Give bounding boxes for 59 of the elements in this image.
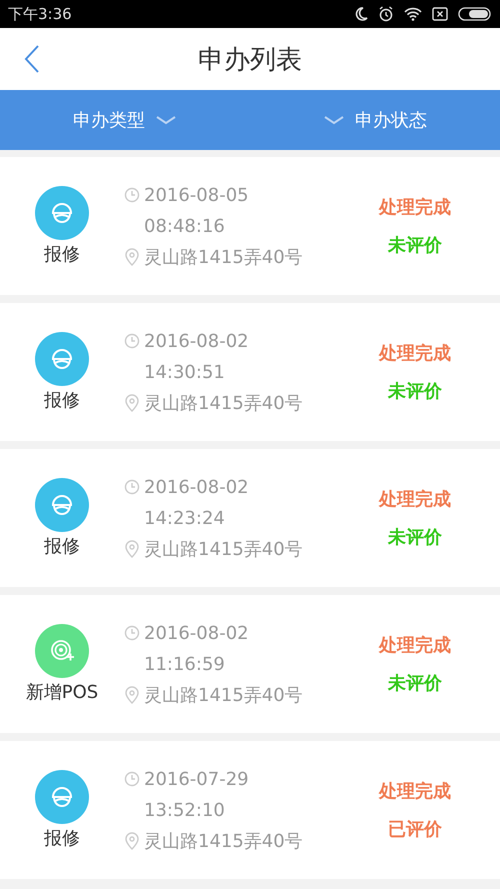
date-text: 2016-07-29 xyxy=(144,768,249,790)
helmet-icon xyxy=(35,770,89,824)
address-text: 灵山路1415弄40号 xyxy=(144,392,303,415)
location-pin-icon xyxy=(124,540,140,558)
date-text: 2016-08-02 xyxy=(144,330,249,352)
type-label: 新增POS xyxy=(26,681,98,704)
clock-icon xyxy=(124,479,140,495)
location-pin-icon xyxy=(124,248,140,266)
address-text: 灵山路1415弄40号 xyxy=(144,538,303,561)
caret-icon xyxy=(155,115,177,125)
type-label: 报修 xyxy=(44,389,80,412)
status-text: 处理完成 xyxy=(379,342,451,365)
clock-icon xyxy=(124,333,140,349)
time-text: 13:52:10 xyxy=(144,800,225,820)
application-card[interactable]: 报修 2016-07-29 13:52:10 灵山路1415弄40号 处理完成 已评价 xyxy=(0,741,500,879)
moon-icon xyxy=(354,6,368,22)
address-text: 灵山路1415弄40号 xyxy=(144,246,303,269)
status-text: 处理完成 xyxy=(379,780,451,803)
time-text: 11:16:59 xyxy=(144,654,225,674)
rating-status: 未评价 xyxy=(388,672,442,695)
application-card[interactable]: 报修 2016-08-02 14:23:24 灵山路1415弄40号 处理完成 未评价 xyxy=(0,449,500,587)
helmet-icon xyxy=(35,332,89,386)
rating-status: 已评价 xyxy=(388,818,442,841)
rating-status: 未评价 xyxy=(388,526,442,549)
type-label: 报修 xyxy=(44,243,80,266)
status-text: 处理完成 xyxy=(379,634,451,657)
page-title: 申办列表 xyxy=(198,44,302,76)
address-text: 灵山路1415弄40号 xyxy=(144,830,303,853)
helmet-icon xyxy=(35,478,89,532)
status-text: 处理完成 xyxy=(379,488,451,511)
time-text: 08:48:16 xyxy=(144,216,225,236)
clock-icon xyxy=(124,771,140,787)
sim-icon xyxy=(432,7,448,21)
clock: 下午3:36 xyxy=(8,4,72,24)
date-text: 2016-08-02 xyxy=(144,622,249,644)
location-pin-icon xyxy=(124,832,140,850)
target-plus-icon xyxy=(35,624,89,678)
address-text: 灵山路1415弄40号 xyxy=(144,684,303,707)
location-pin-icon xyxy=(124,394,140,412)
type-label: 报修 xyxy=(44,827,80,850)
date-text: 2016-08-05 xyxy=(144,184,249,206)
type-label: 报修 xyxy=(44,535,80,558)
date-text: 2016-08-02 xyxy=(144,476,249,498)
battery-icon xyxy=(458,7,492,21)
status-text: 处理完成 xyxy=(379,196,451,219)
location-pin-icon xyxy=(124,686,140,704)
application-card[interactable]: 报修 2016-08-05 08:48:16 灵山路1415弄40号 处理完成 未评价 xyxy=(0,157,500,295)
application-card[interactable]: 新增POS 2016-08-02 11:16:59 灵山路1415弄40号 处理完成 未评价 xyxy=(0,595,500,733)
helmet-icon xyxy=(35,186,89,240)
wifi-icon xyxy=(404,7,422,21)
clock-icon xyxy=(124,625,140,641)
clock-icon xyxy=(124,187,140,203)
rating-status: 未评价 xyxy=(388,234,442,257)
rating-status: 未评价 xyxy=(388,380,442,403)
time-text: 14:30:51 xyxy=(144,362,225,382)
caret-icon xyxy=(323,115,345,125)
alarm-icon xyxy=(378,6,394,22)
time-text: 14:23:24 xyxy=(144,508,225,528)
application-card[interactable]: 报修 2016-08-02 14:30:51 灵山路1415弄40号 处理完成 未评价 xyxy=(0,303,500,441)
